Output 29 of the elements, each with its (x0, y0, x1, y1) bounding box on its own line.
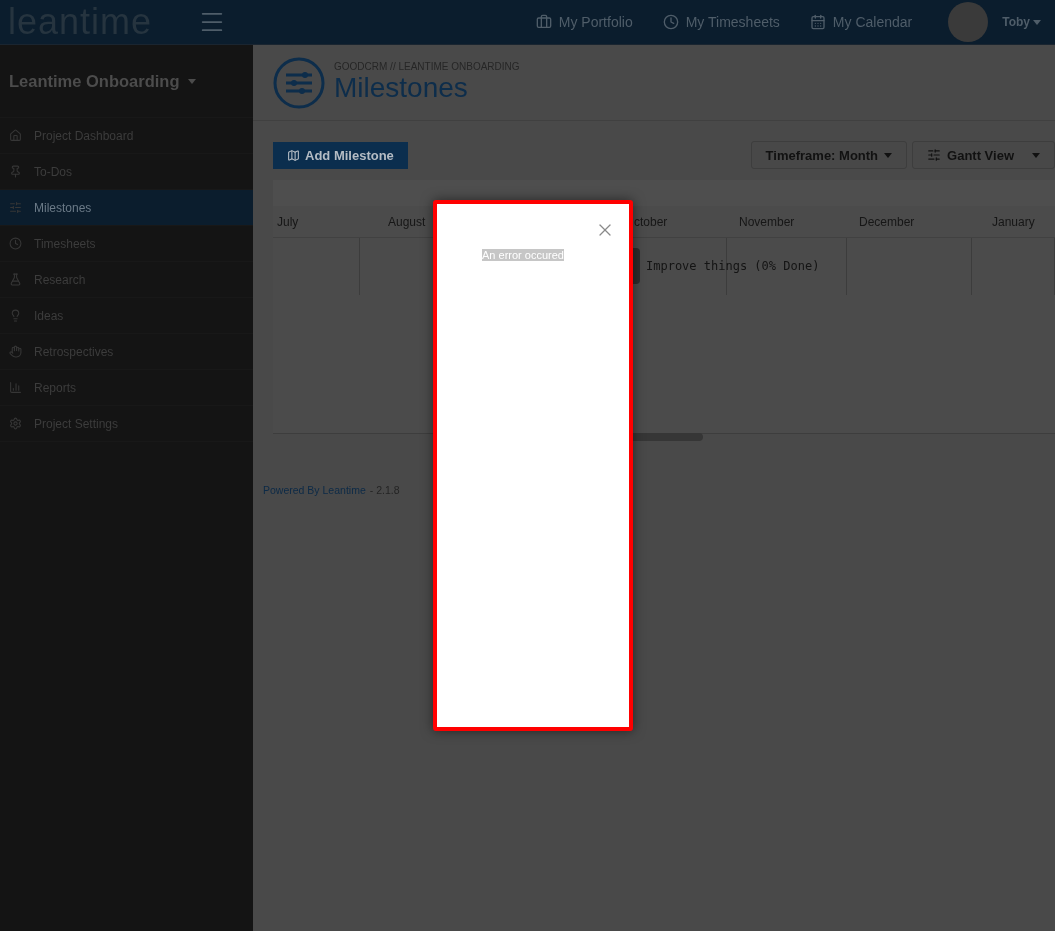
home-icon (9, 129, 22, 142)
footer-link[interactable]: Powered By Leantime (263, 484, 366, 496)
pin-icon (9, 165, 22, 178)
clock-icon (9, 237, 22, 250)
sidebar-item[interactable]: Milestones (0, 190, 253, 226)
nav-link[interactable]: My Portfolio (535, 14, 633, 30)
clock-icon (662, 14, 679, 30)
user-menu[interactable]: Toby (1002, 15, 1041, 29)
flask-icon (9, 273, 22, 286)
lightbulb-icon (9, 309, 22, 322)
bar-chart-icon (9, 381, 22, 394)
sliders-icon (9, 201, 22, 214)
hand-icon (9, 345, 22, 358)
nav-link[interactable]: My Timesheets (662, 14, 780, 30)
caret-icon (1032, 152, 1040, 158)
caret-icon (1033, 19, 1041, 25)
error-message: An error occured (482, 249, 564, 261)
add-milestone-button[interactable]: Add Milestone (273, 141, 408, 169)
briefcase-icon (535, 14, 552, 30)
nav-link[interactable]: My Calendar (809, 14, 913, 30)
scrollbar-thumb[interactable] (630, 433, 703, 441)
map-icon (287, 148, 300, 162)
sliders-icon (927, 148, 942, 162)
caret-icon (884, 152, 893, 158)
page-title: Milestones (334, 72, 469, 104)
milestones-icon (272, 55, 326, 110)
caret-icon (187, 78, 196, 84)
settings-icon (9, 417, 22, 430)
calendar-icon (809, 14, 826, 30)
